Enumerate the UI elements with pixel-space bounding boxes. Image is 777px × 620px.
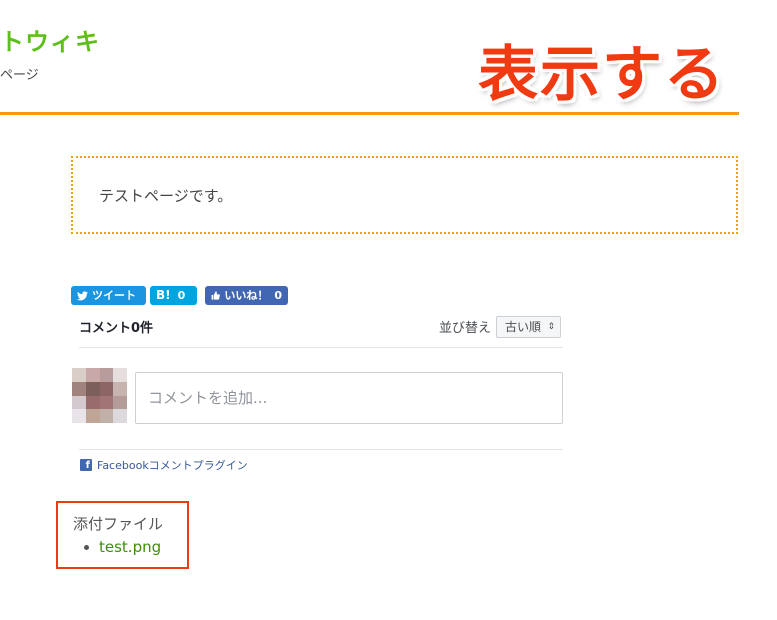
facebook-like-button[interactable]: いいね！ 0 bbox=[205, 286, 288, 305]
twitter-bird-icon bbox=[77, 290, 88, 300]
attachments-section: 添付ファイル test.png bbox=[56, 501, 189, 569]
comments-header: コメント0件 並び替え 古い順 ⇕ bbox=[79, 311, 563, 348]
avatar bbox=[72, 368, 127, 423]
avatar-pixel bbox=[85, 409, 100, 423]
avatar-pixel bbox=[85, 381, 100, 396]
avatar-pixel bbox=[72, 368, 86, 382]
avatar-pixel bbox=[99, 409, 114, 423]
avatar-pixel bbox=[99, 381, 114, 396]
attachments-list: test.png bbox=[84, 538, 161, 556]
tweet-button[interactable]: ツイート bbox=[71, 286, 146, 305]
avatar-pixel bbox=[85, 368, 100, 382]
bullet-icon bbox=[84, 544, 89, 550]
hatena-icon: B! bbox=[156, 288, 171, 302]
page-content-text: テストページです。 bbox=[99, 187, 233, 205]
thumbs-up-icon bbox=[211, 291, 220, 300]
avatar-pixel bbox=[113, 368, 127, 382]
facebook-comments-plugin-link[interactable]: f Facebookコメントプラグイン bbox=[80, 457, 248, 473]
plugin-label: Facebookコメントプラグイン bbox=[97, 459, 248, 472]
sort-label: 並び替え bbox=[438, 321, 491, 336]
comment-count: コメント0件 bbox=[79, 321, 154, 336]
avatar-pixel bbox=[72, 395, 86, 410]
like-count: 0 bbox=[274, 289, 282, 302]
hatena-count: 0 bbox=[177, 289, 186, 302]
attachment-link[interactable]: test.png bbox=[99, 538, 161, 556]
page-subtitle: ページ bbox=[0, 68, 39, 83]
avatar-pixel bbox=[72, 381, 86, 396]
facebook-icon: f bbox=[80, 459, 92, 471]
avatar-pixel bbox=[99, 368, 114, 382]
avatar-pixel bbox=[99, 395, 114, 410]
hatena-bookmark-button[interactable]: B! 0 bbox=[150, 286, 197, 305]
avatar-pixel bbox=[113, 381, 127, 396]
attachments-title: 添付ファイル bbox=[73, 515, 164, 533]
site-title[interactable]: トウィキ bbox=[0, 22, 100, 57]
comment-input[interactable]: コメントを追加... bbox=[135, 372, 563, 424]
annotation-overlay-label: 表示する bbox=[478, 40, 726, 110]
avatar-pixel bbox=[85, 395, 100, 410]
avatar-pixel bbox=[72, 409, 86, 423]
avatar-pixel bbox=[113, 409, 127, 423]
updown-chevron-icon: ⇕ bbox=[547, 322, 555, 332]
sort-selected-value: 古い順 bbox=[505, 320, 542, 334]
sort-order-select[interactable]: 古い順 ⇕ bbox=[496, 316, 561, 338]
like-label: いいね！ bbox=[224, 289, 269, 302]
avatar-pixel bbox=[113, 395, 127, 410]
list-item: test.png bbox=[84, 538, 161, 556]
page-content-box: テストページです。 bbox=[71, 156, 738, 234]
tweet-label: ツイート bbox=[92, 289, 136, 302]
plugin-divider bbox=[79, 449, 563, 450]
